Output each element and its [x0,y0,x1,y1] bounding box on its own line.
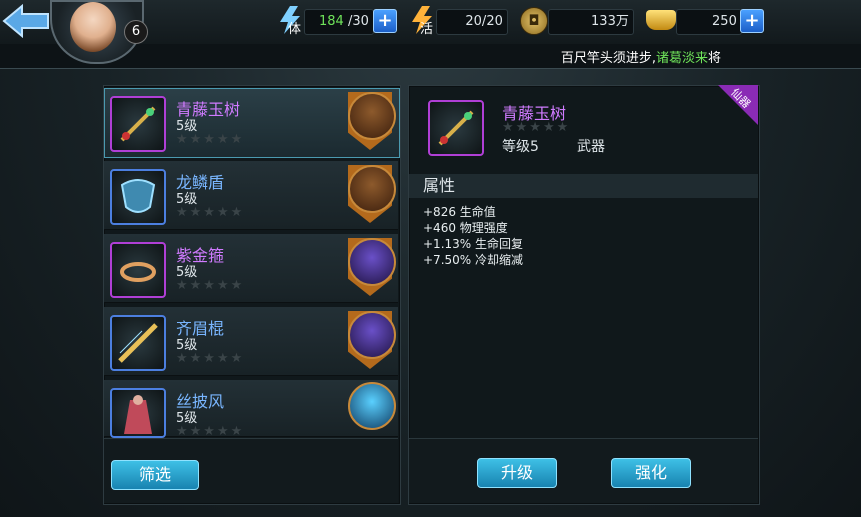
attribute-line: +826 生命值 [423,205,496,219]
staff-icon [428,100,484,156]
attributes-header: 属性 [409,174,758,198]
avatar[interactable] [70,2,116,52]
enhance-button[interactable]: 强化 [611,458,691,488]
item-stars: ★★★★★ [176,351,245,366]
vitality-value: 20/20 [436,9,508,35]
detail-level: 等级5 [502,139,539,155]
coin-text: 133万 [591,14,629,29]
hero-portrait-icon [348,238,396,286]
item-stars: ★★★★★ [176,132,245,147]
stamina-max: /30 [347,14,369,29]
detail-stars: ★★★★★ [502,120,571,135]
item-stars: ★★★★★ [176,424,245,436]
attribute-line: +460 物理强度 [423,221,508,235]
item-stars: ★★★★★ [176,205,245,220]
ingot-value: 250 [676,9,742,35]
shield-icon [110,169,166,225]
back-arrow-icon[interactable] [2,4,52,38]
hero-portrait-icon [348,165,396,213]
hero-portrait-icon [348,311,396,359]
hero-portrait-icon [348,92,396,140]
ingot-text: 250 [712,14,737,29]
item-stars: ★★★★★ [176,278,245,293]
attribute-line: +1.13% 生命回复 [423,237,523,251]
add-ingot-button[interactable]: + [740,9,764,33]
staff-icon [110,315,166,371]
ingot-icon [646,10,676,30]
detail-type: 武器 [577,139,605,155]
vitality-text: 20/20 [465,14,503,29]
detail-footer [409,438,758,503]
cape-icon [110,388,166,438]
notice-prefix: 百尺竿头须进步, [560,51,656,66]
stamina-value: 184 /30 [304,9,374,35]
stamina-current: 184 [318,14,344,29]
hero-portrait-icon [348,382,396,430]
vitality-label: 活 [420,22,434,37]
add-stamina-button[interactable]: + [373,9,397,33]
notice-highlight: 诸葛淡来 [655,51,708,66]
coin-icon: ◘ [520,7,548,35]
notice-suffix: 将 [707,51,721,66]
notice-text: 百尺竿头须进步,诸葛淡来将 [561,47,721,66]
ring-icon [110,242,166,298]
coin-value: 133万 [548,9,634,35]
upgrade-button[interactable]: 升级 [477,458,557,488]
attribute-line: +7.50% 冷却缩减 [423,253,523,267]
player-level-badge: 6 [124,20,148,44]
staff-icon [110,96,166,152]
stamina-icon: 体 [276,4,306,37]
vitality-icon: 活 [408,4,438,37]
stamina-label: 体 [288,22,302,37]
filter-button[interactable]: 筛选 [111,460,199,490]
